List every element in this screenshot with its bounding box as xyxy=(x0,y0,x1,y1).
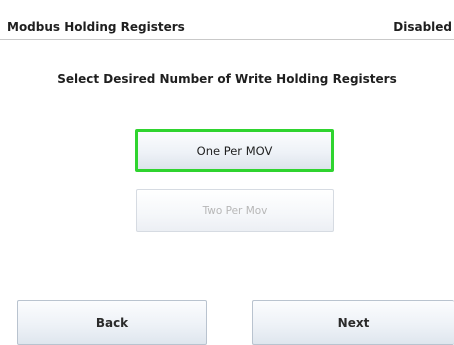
two-per-mov-label: Two Per Mov xyxy=(202,204,268,217)
header-bar: Modbus Holding Registers Disabled xyxy=(0,0,454,40)
instruction-text: Select Desired Number of Write Holding R… xyxy=(57,72,397,86)
next-button[interactable]: Next xyxy=(252,300,454,345)
back-button-label: Back xyxy=(95,315,129,330)
status-label: Disabled xyxy=(393,20,452,34)
one-per-mov-label: One Per MOV xyxy=(196,143,273,158)
back-button[interactable]: Back xyxy=(17,300,207,345)
next-button-label: Next xyxy=(337,315,370,330)
page-title: Modbus Holding Registers xyxy=(7,20,185,34)
two-per-mov-button: Two Per Mov xyxy=(136,189,334,232)
wizard-screen: Modbus Holding Registers Disabled Select… xyxy=(0,0,454,345)
one-per-mov-button[interactable]: One Per MOV xyxy=(135,129,334,172)
